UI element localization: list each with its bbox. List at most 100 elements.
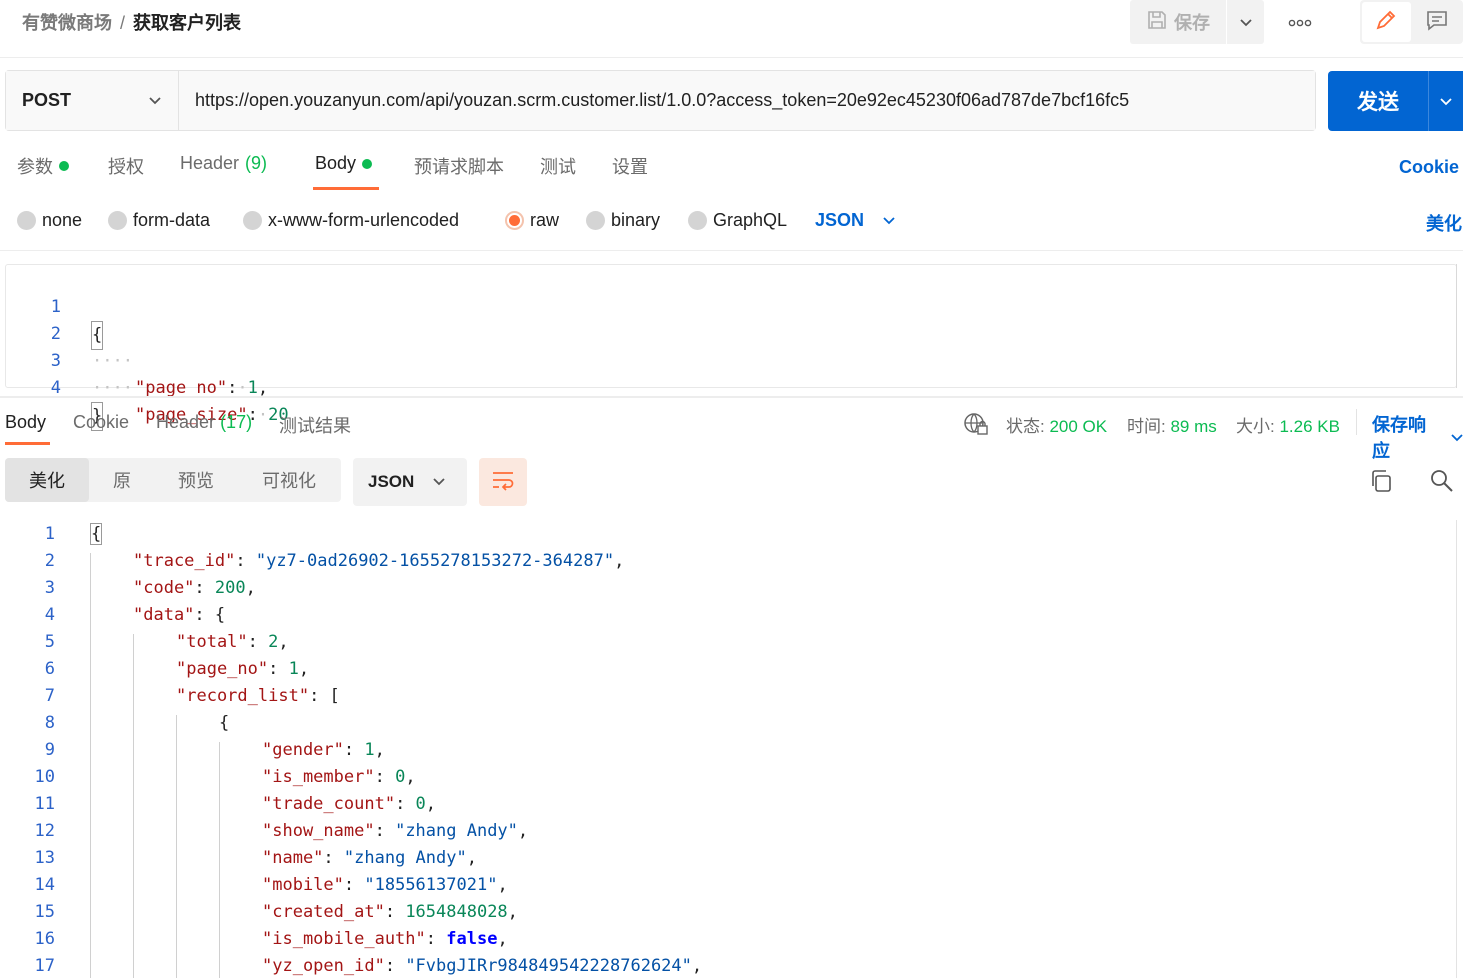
headers-count: (9) — [245, 153, 268, 173]
beautify-link[interactable]: 美化 — [1426, 210, 1462, 236]
indent-guide — [133, 634, 134, 978]
view-preview-button[interactable]: 预览 — [155, 458, 237, 502]
wrap-lines-button[interactable] — [479, 458, 527, 506]
comma: , — [257, 378, 269, 398]
response-time[interactable]: 时间: 89 ms — [1127, 412, 1217, 437]
json-key: "data" — [133, 605, 195, 625]
edit-button[interactable] — [1362, 2, 1411, 42]
editor-scrollbar[interactable] — [1456, 264, 1457, 388]
json-string: "zhang Andy" — [343, 848, 467, 868]
radio-raw[interactable]: raw — [505, 210, 559, 231]
tab-headers-label: Header — [180, 153, 240, 173]
tab-settings[interactable]: 设置 — [612, 153, 648, 179]
indent-guide — [219, 742, 220, 978]
code-line: "trace_id": "yz7-0ad26902-1655278153272-… — [133, 551, 625, 571]
comments-button[interactable] — [1413, 2, 1462, 42]
request-tabs: 参数 授权 Header (9) Body 预请求脚本 测试 设置 Cookie — [0, 145, 1463, 190]
code-line: "code": 200, — [133, 578, 256, 598]
radio-form-data[interactable]: form-data — [108, 210, 210, 231]
divider — [0, 250, 1463, 251]
json-number: 1 — [288, 659, 299, 679]
wrap-lines-icon — [490, 469, 516, 496]
response-tab-body[interactable]: Body — [5, 412, 46, 433]
code-line: "show_name": "zhang Andy", — [262, 821, 529, 841]
code-line: { — [219, 710, 229, 737]
response-tab-test-results[interactable]: 测试结果 — [279, 412, 351, 438]
request-body-editor[interactable]: 1 { 2 ···· "page_no":·1, 3 ···· "page_si… — [5, 264, 1457, 431]
url-input[interactable] — [179, 71, 1315, 130]
view-pretty-button[interactable]: 美化 — [5, 458, 89, 502]
tab-headers[interactable]: Header (9) — [180, 153, 267, 174]
code-line: "data": { — [133, 605, 226, 625]
save-response-button[interactable]: 保存响应 — [1372, 411, 1463, 463]
search-icon[interactable] — [1429, 468, 1455, 499]
code-brace: { — [214, 605, 226, 625]
radio-binary-label: binary — [611, 210, 661, 230]
radio-raw-label: raw — [530, 210, 560, 230]
line-number: 1 — [44, 524, 55, 544]
json-key: "mobile" — [262, 875, 344, 895]
method-select[interactable]: POST — [6, 71, 179, 130]
code-brace: { — [91, 321, 104, 350]
save-options-button[interactable] — [1226, 0, 1264, 44]
response-tab-cookies[interactable]: Cookie — [73, 412, 129, 433]
json-key: "show_name" — [262, 821, 375, 841]
radio-none[interactable]: none — [17, 210, 82, 231]
response-tab-headers-label: Header — [156, 412, 216, 432]
tab-tests[interactable]: 测试 — [540, 153, 576, 179]
response-size[interactable]: 大小: 1.26 KB — [1236, 412, 1340, 437]
code-line: 2 ···· "page_no":·1, — [6, 294, 268, 398]
code-line: "created_at": 1654848028, — [262, 902, 518, 922]
code-line: 1 { — [6, 267, 104, 350]
json-number: 0 — [415, 794, 426, 814]
copy-icon[interactable] — [1368, 468, 1394, 499]
send-options-button[interactable] — [1428, 71, 1463, 131]
send-button[interactable]: 发送 — [1328, 71, 1428, 131]
response-headers-count: (17) — [220, 412, 253, 432]
tab-pre-request-script[interactable]: 预请求脚本 — [414, 153, 504, 179]
time-label: 时间: — [1127, 417, 1166, 436]
cookies-link[interactable]: Cookie — [1399, 157, 1459, 178]
tab-body-label: Body — [315, 153, 357, 173]
breadcrumb: 有赞微商场 / 获取客户列表 — [22, 9, 241, 35]
json-number: 2 — [268, 632, 279, 652]
radio-urlencoded-label: x-www-form-urlencoded — [268, 210, 460, 230]
active-tab-underline — [313, 187, 379, 190]
chevron-down-icon — [1239, 12, 1253, 33]
json-number: 200 — [214, 578, 246, 598]
line-number: 11 — [34, 794, 55, 814]
view-visualize-button[interactable]: 可视化 — [237, 458, 341, 502]
chevron-down-icon — [1439, 91, 1453, 112]
save-button[interactable]: 保存 — [1130, 0, 1226, 44]
tab-body[interactable]: Body — [315, 153, 373, 174]
view-raw-button[interactable]: 原 — [89, 458, 155, 502]
body-language-select[interactable]: JSON — [815, 210, 896, 231]
radio-urlencoded[interactable]: x-www-form-urlencoded — [243, 210, 459, 231]
code-line: "is_member": 0, — [262, 767, 416, 787]
response-format-select[interactable]: JSON — [353, 458, 467, 506]
tab-params[interactable]: 参数 — [17, 153, 69, 179]
line-number: 14 — [34, 875, 55, 895]
status-value: 200 OK — [1049, 417, 1108, 436]
line-number: 12 — [34, 821, 55, 841]
breadcrumb-collection[interactable]: 有赞微商场 — [22, 13, 112, 33]
response-scrollbar[interactable] — [1456, 520, 1457, 978]
response-tab-headers[interactable]: Header (17) — [156, 412, 252, 433]
json-key: "page_no" — [135, 378, 228, 398]
request-title[interactable]: 获取客户列表 — [133, 13, 241, 33]
pencil-icon — [1374, 8, 1398, 37]
tab-auth[interactable]: 授权 — [108, 153, 144, 179]
response-format-value: JSON — [368, 472, 415, 491]
json-key: "name" — [262, 848, 324, 868]
json-string: "yz7-0ad26902-1655278153272-364287" — [255, 551, 615, 571]
tab-auth-label: 授权 — [108, 157, 144, 177]
panel-split-handle[interactable] — [0, 396, 1463, 398]
globe-lock-icon[interactable] — [963, 411, 989, 442]
response-body-viewer[interactable]: 1 2 3 4 5 6 7 8 9 10 11 12 13 14 15 16 1… — [0, 520, 1463, 978]
radio-graphql[interactable]: GraphQL — [688, 210, 787, 231]
response-status[interactable]: 状态: 200 OK — [1006, 412, 1107, 437]
radio-binary[interactable]: binary — [586, 210, 660, 231]
json-key: "record_list" — [176, 686, 310, 706]
more-actions-button[interactable] — [1284, 8, 1316, 34]
chevron-down-icon — [1451, 427, 1463, 448]
